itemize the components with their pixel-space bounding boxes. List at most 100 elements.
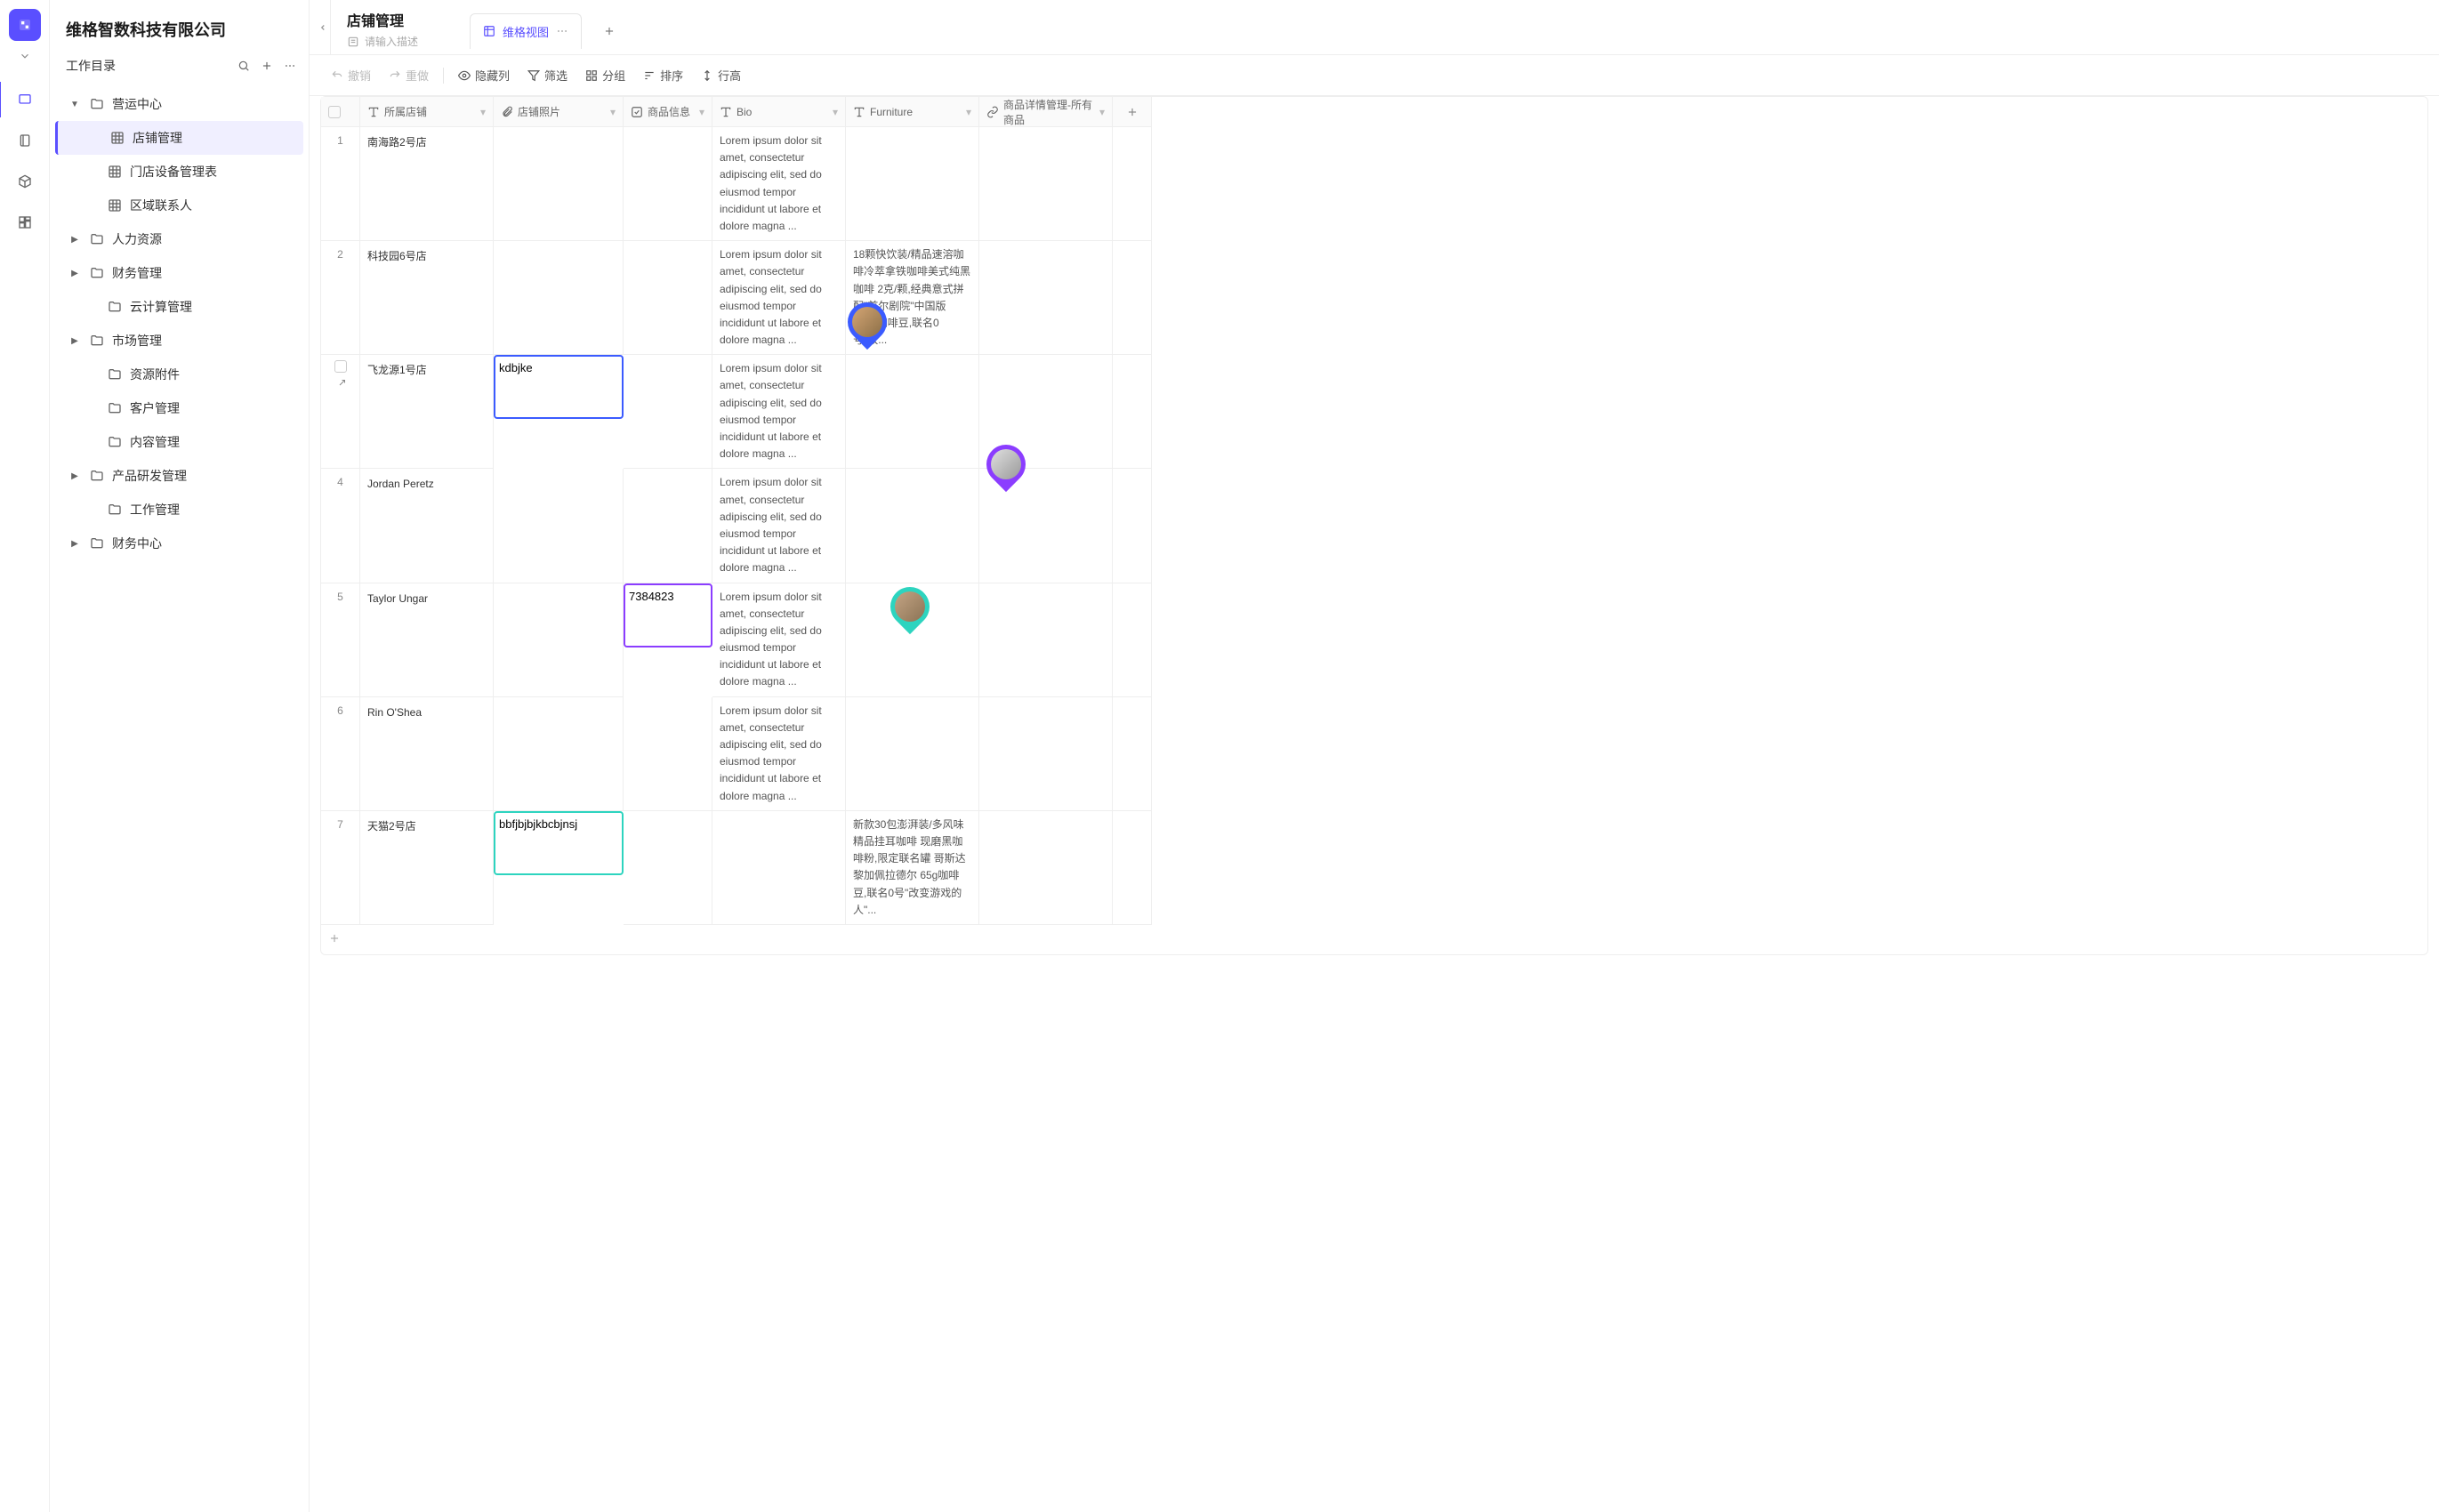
sidebar-item-13[interactable]: ▶财务中心: [55, 527, 303, 560]
cell-input[interactable]: [499, 817, 618, 831]
tab-more-icon[interactable]: [556, 25, 568, 37]
filter-button[interactable]: 筛选: [520, 62, 575, 88]
rail-cube-icon[interactable]: [7, 164, 43, 199]
cell-goods[interactable]: [624, 811, 712, 925]
cell-detail[interactable]: [979, 127, 1113, 241]
app-logo[interactable]: [9, 9, 41, 41]
column-header-furniture[interactable]: Furniture▾: [846, 97, 979, 127]
row-index[interactable]: 7: [321, 811, 360, 925]
rail-workspace-icon[interactable]: [0, 82, 48, 117]
add-column-icon[interactable]: [1126, 106, 1139, 118]
column-menu-icon[interactable]: ▾: [1099, 106, 1105, 118]
cell-bio[interactable]: Lorem ipsum dolor sit amet, consectetur …: [712, 127, 846, 241]
sidebar-item-7[interactable]: ▶市场管理: [55, 324, 303, 358]
add-tab-button[interactable]: [591, 14, 628, 48]
cell-detail[interactable]: [979, 811, 1113, 925]
row-height-button[interactable]: 行高: [694, 62, 748, 88]
column-menu-icon[interactable]: ▾: [480, 106, 486, 118]
cell-store[interactable]: Rin O'Shea: [360, 697, 494, 811]
column-menu-icon[interactable]: ▾: [966, 106, 971, 118]
sort-button[interactable]: 排序: [636, 62, 690, 88]
sidebar-item-12[interactable]: 工作管理: [55, 493, 303, 527]
cell-goods[interactable]: [624, 583, 712, 697]
group-button[interactable]: 分组: [578, 62, 632, 88]
sidebar-item-4[interactable]: ▶人力资源: [55, 222, 303, 256]
select-all-checkbox[interactable]: [328, 106, 341, 118]
sidebar-item-3[interactable]: 区域联系人: [55, 189, 303, 222]
column-header-bio[interactable]: Bio▾: [712, 97, 846, 127]
sidebar-item-2[interactable]: 门店设备管理表: [55, 155, 303, 189]
sidebar-item-5[interactable]: ▶财务管理: [55, 256, 303, 290]
cell-bio[interactable]: Lorem ipsum dolor sit amet, consectetur …: [712, 241, 846, 355]
cell-photo[interactable]: [494, 127, 624, 241]
sidebar-item-1[interactable]: 店铺管理: [55, 121, 303, 155]
add-row-button[interactable]: [321, 925, 1152, 954]
cell-photo[interactable]: [494, 241, 624, 355]
more-icon[interactable]: [284, 60, 296, 72]
row-index[interactable]: 6: [321, 697, 360, 811]
redo-button[interactable]: 重做: [382, 62, 436, 88]
cell-goods[interactable]: [624, 127, 712, 241]
tab-grid-view[interactable]: 维格视图: [470, 13, 582, 49]
add-icon[interactable]: [261, 60, 273, 72]
cell-bio[interactable]: Lorem ipsum dolor sit amet, consectetur …: [712, 355, 846, 469]
row-checkbox[interactable]: [334, 360, 347, 373]
cell-goods[interactable]: [624, 355, 712, 469]
cell-furniture[interactable]: [846, 355, 979, 469]
sidebar-item-10[interactable]: 内容管理: [55, 425, 303, 459]
rail-notebook-icon[interactable]: [7, 123, 43, 158]
cell-store[interactable]: 南海路2号店: [360, 127, 494, 241]
cell-photo[interactable]: [494, 697, 624, 811]
row-index[interactable]: 1: [321, 127, 360, 241]
cell-bio[interactable]: Lorem ipsum dolor sit amet, consectetur …: [712, 697, 846, 811]
description-placeholder[interactable]: 请输入描述: [365, 34, 418, 49]
cell-goods[interactable]: [624, 241, 712, 355]
sidebar-item-11[interactable]: ▶产品研发管理: [55, 459, 303, 493]
column-header-check[interactable]: [321, 97, 360, 127]
sidebar-item-8[interactable]: 资源附件: [55, 358, 303, 391]
column-header-goods[interactable]: 商品信息▾: [624, 97, 712, 127]
column-header-add[interactable]: [1113, 97, 1152, 127]
cell-goods[interactable]: [624, 469, 712, 583]
collapse-sidebar-icon[interactable]: [315, 0, 331, 54]
cell-store[interactable]: Taylor Ungar: [360, 583, 494, 697]
cell-goods[interactable]: [624, 697, 712, 811]
cell-input[interactable]: [629, 590, 707, 603]
undo-button[interactable]: 撤销: [324, 62, 378, 88]
column-menu-icon[interactable]: ▾: [610, 106, 616, 118]
cell-bio[interactable]: [712, 811, 846, 925]
cell-furniture[interactable]: [846, 697, 979, 811]
row-index[interactable]: [321, 355, 360, 469]
column-header-photo[interactable]: 店铺照片▾: [494, 97, 624, 127]
hide-columns-button[interactable]: 隐藏列: [451, 62, 517, 88]
rail-dashboard-icon[interactable]: [7, 205, 43, 240]
cell-detail[interactable]: [979, 241, 1113, 355]
cell-input[interactable]: [499, 361, 618, 374]
sidebar-item-6[interactable]: 云计算管理: [55, 290, 303, 324]
column-header-detail[interactable]: 商品详情管理-所有商品▾: [979, 97, 1113, 127]
column-header-store[interactable]: 所属店铺▾: [360, 97, 494, 127]
cell-store[interactable]: 天猫2号店: [360, 811, 494, 925]
cell-photo[interactable]: [494, 583, 624, 697]
cell-furniture[interactable]: [846, 469, 979, 583]
search-icon[interactable]: [237, 60, 250, 72]
cell-store[interactable]: 飞龙源1号店: [360, 355, 494, 469]
column-menu-icon[interactable]: ▾: [699, 106, 704, 118]
cell-bio[interactable]: Lorem ipsum dolor sit amet, consectetur …: [712, 469, 846, 583]
cell-store[interactable]: 科技园6号店: [360, 241, 494, 355]
column-menu-icon[interactable]: ▾: [833, 106, 838, 118]
row-index[interactable]: 4: [321, 469, 360, 583]
cell-furniture[interactable]: 新款30包澎湃装/多风味精品挂耳咖啡 现磨黑咖啡粉,限定联名罐 哥斯达黎加佩拉德…: [846, 811, 979, 925]
cell-photo[interactable]: [494, 469, 624, 583]
cell-photo[interactable]: [494, 811, 624, 925]
cell-bio[interactable]: Lorem ipsum dolor sit amet, consectetur …: [712, 583, 846, 697]
cell-furniture[interactable]: [846, 127, 979, 241]
cell-photo[interactable]: [494, 355, 624, 469]
sidebar-item-9[interactable]: 客户管理: [55, 391, 303, 425]
row-index[interactable]: 2: [321, 241, 360, 355]
cell-detail[interactable]: [979, 583, 1113, 697]
sidebar-item-0[interactable]: ▼营运中心: [55, 87, 303, 121]
row-index[interactable]: 5: [321, 583, 360, 697]
org-chevron-icon[interactable]: [19, 50, 31, 62]
cell-detail[interactable]: [979, 697, 1113, 811]
